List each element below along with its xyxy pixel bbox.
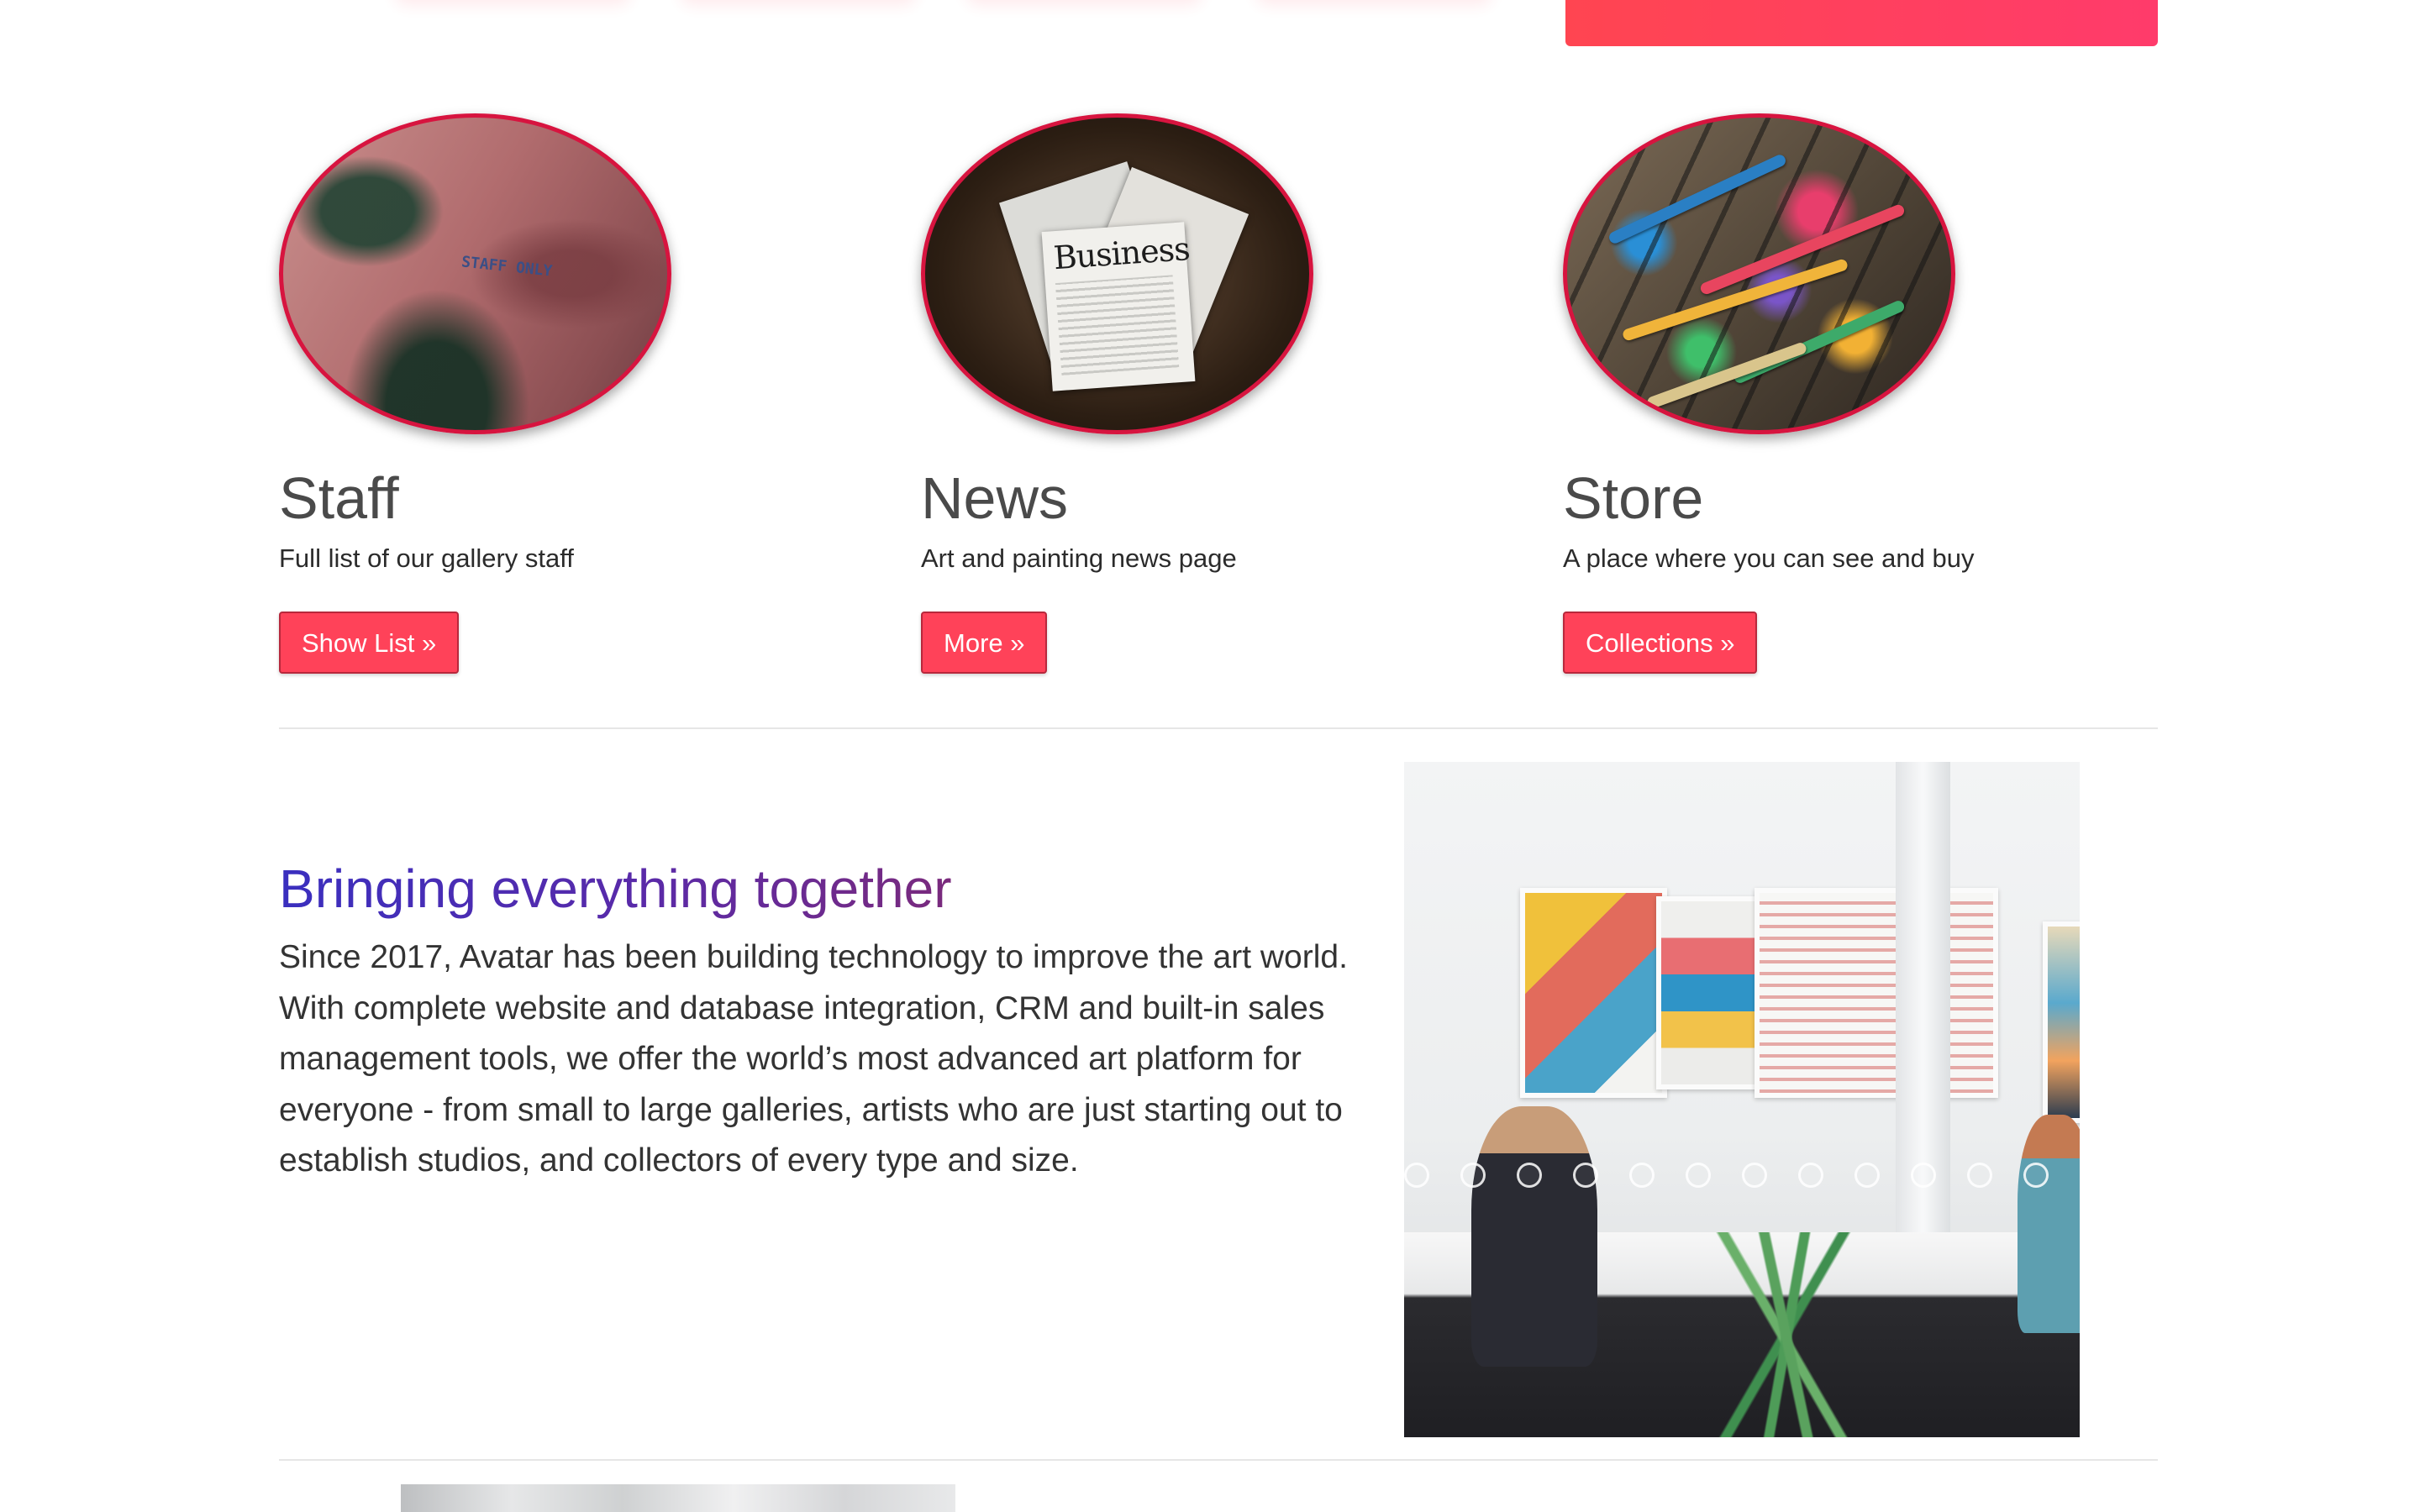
- slider-dot[interactable]: [1742, 1163, 1767, 1188]
- card-store: Store A place where you can see and buy …: [1563, 113, 2151, 674]
- slider-dot[interactable]: [1798, 1163, 1823, 1188]
- slider-dot[interactable]: [1517, 1163, 1542, 1188]
- wall-artwork: [1520, 888, 1667, 1098]
- plant: [1707, 1232, 1875, 1437]
- wall-artwork: [1754, 888, 1998, 1098]
- person: [1471, 1106, 1597, 1367]
- feature-text: Since 2017, Avatar has been building tec…: [279, 939, 1348, 1179]
- newspaper-text-lines: [1055, 275, 1180, 375]
- staff-image: STAFF ONLY: [279, 113, 671, 434]
- slider-dot[interactable]: [1460, 1163, 1486, 1188]
- card-description: Full list of our gallery staff: [279, 543, 574, 573]
- card-title: News: [921, 465, 1069, 531]
- newspaper-headline: Business: [1052, 229, 1191, 277]
- paintbrush: [1645, 341, 1808, 410]
- slider-dot[interactable]: [1686, 1163, 1711, 1188]
- slider-dot[interactable]: [1629, 1163, 1655, 1188]
- card-title: Staff: [279, 465, 399, 531]
- card-staff: STAFF ONLY Staff Full list of our galler…: [279, 113, 867, 674]
- news-image: Business: [921, 113, 1313, 434]
- card-description: A place where you can see and buy: [1563, 543, 1975, 573]
- newspaper: Business: [1041, 222, 1196, 391]
- store-image: [1563, 113, 1955, 434]
- slider-dot[interactable]: [1967, 1163, 1992, 1188]
- collections-button[interactable]: Collections »: [1563, 612, 1758, 674]
- card-news: Business News Art and painting news page…: [921, 113, 1509, 674]
- feature-title: Bringing everything together: [279, 855, 952, 922]
- page: STAFF ONLY Staff Full list of our galler…: [0, 0, 2420, 1512]
- staff-sign-text: STAFF ONLY: [460, 253, 554, 281]
- slider-dot[interactable]: [1854, 1163, 1880, 1188]
- wall-artwork: [2043, 921, 2080, 1123]
- slider-dot[interactable]: [1573, 1163, 1598, 1188]
- top-cta-button[interactable]: [1565, 0, 2158, 46]
- person: [2018, 1115, 2080, 1333]
- paintbrush: [1732, 298, 1907, 386]
- paintbrush: [1607, 153, 1788, 245]
- show-list-button[interactable]: Show List »: [279, 612, 460, 674]
- slider-dots: [1404, 1163, 2080, 1188]
- more-button[interactable]: More »: [921, 612, 1048, 674]
- image-slider[interactable]: [1404, 762, 2080, 1437]
- card-description: Art and painting news page: [921, 543, 1237, 573]
- next-section-image: [401, 1484, 955, 1512]
- slider-dot[interactable]: [1911, 1163, 1936, 1188]
- wall-artwork: [1656, 896, 1761, 1089]
- divider: [279, 1459, 2158, 1461]
- slider-dot[interactable]: [1404, 1163, 1429, 1188]
- slider-dot[interactable]: [2023, 1163, 2049, 1188]
- divider: [279, 727, 2158, 729]
- card-title: Store: [1563, 465, 1704, 531]
